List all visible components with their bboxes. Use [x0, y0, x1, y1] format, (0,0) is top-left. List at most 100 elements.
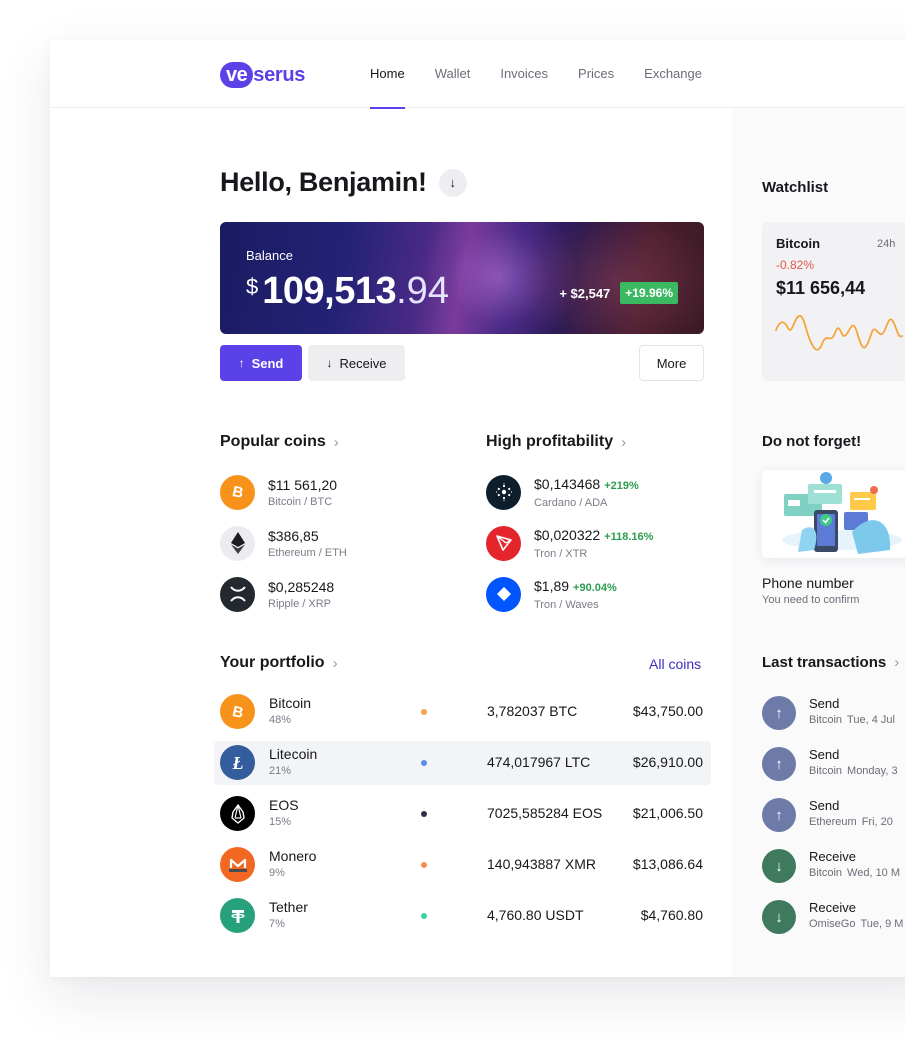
more-button-label: More [656, 355, 687, 371]
transaction-type: Receive [809, 900, 856, 915]
nav-prices[interactable]: Prices [578, 40, 614, 108]
transaction-row[interactable]: ↓ Receive OmiseGo Tue, 9 M [762, 900, 905, 936]
transaction-type: Send [809, 747, 840, 762]
transaction-coin: Bitcoin [809, 765, 843, 777]
portfolio-row[interactable]: B Bitcoin 48% 3,782037 BTC $43,750.00 [214, 690, 711, 734]
coin-price: $1,89 [534, 577, 570, 594]
nav-invoices[interactable]: Invoices [500, 40, 548, 108]
popular-coin-item[interactable]: $386,85 Ethereum / ETH [220, 525, 347, 561]
receive-button-label: Receive [339, 355, 387, 371]
transactions-title[interactable]: Last transactions › [762, 654, 899, 671]
transaction-row[interactable]: ↑ Send Ethereum Fri, 20 [762, 798, 905, 834]
transaction-type: Send [809, 696, 840, 711]
reminder-item-subtitle: You need to confirm [762, 594, 860, 606]
portfolio-row[interactable]: Ł Litecoin 21% 474,017967 LTC $26,910.00 [214, 741, 711, 785]
watchlist-price: $11 656,44 [776, 278, 866, 298]
arrow-down-icon: ↓ [762, 900, 796, 934]
watchlist-card[interactable]: Bitcoin 24h -0.82% $11 656,44 [762, 222, 905, 381]
portfolio-row[interactable]: Monero 9% 140,943887 XMR $13,086.64 [214, 843, 711, 887]
portfolio-title[interactable]: Your portfolio › [220, 654, 338, 672]
send-button[interactable]: ↑ Send [220, 345, 302, 381]
transaction-date: Tue, 4 Jul [847, 714, 895, 726]
tether-icon [220, 898, 255, 933]
transaction-coin: Ethereum [809, 816, 857, 828]
portfolio-coin-share: 21% [269, 765, 292, 777]
coin-change: +118.16% [604, 530, 654, 543]
all-coins-link[interactable]: All coins [649, 656, 701, 672]
watchlist-period: 24h [877, 238, 896, 250]
coin-name: Ripple / XRP [268, 597, 331, 610]
high-profitability-title[interactable]: High profitability › [486, 433, 626, 451]
portfolio-row[interactable]: EOS 15% 7025,585284 EOS $21,006.50 [214, 792, 711, 836]
coin-change: +219% [604, 479, 639, 492]
transaction-date: Monday, 3 [847, 765, 898, 777]
arrow-up-icon: ↑ [762, 798, 796, 832]
coin-price: $0,020322 [534, 526, 601, 543]
transaction-row[interactable]: ↑ Send Bitcoin Monday, 3 [762, 747, 905, 783]
portfolio-coin-usd: $26,910.00 [632, 754, 703, 770]
profitable-coin-item[interactable]: $1,89 +90.04% Tron / Waves [486, 576, 617, 612]
balance-change-abs: + $2,547 [559, 285, 611, 301]
main-nav: Home Wallet Invoices Prices Exchange [370, 40, 732, 109]
transaction-coin: OmiseGo [809, 918, 856, 930]
transaction-type: Receive [809, 849, 856, 864]
coin-change: +90.04% [573, 581, 617, 594]
nav-home[interactable]: Home [370, 40, 405, 109]
coin-name: Tron / XTR [534, 547, 588, 560]
portfolio-coin-name: Monero [269, 848, 317, 864]
transaction-row[interactable]: ↓ Receive Bitcoin Wed, 10 M [762, 849, 905, 885]
balance-change: + $2,547 +19.96% [559, 282, 678, 304]
coin-name: Bitcoin / BTC [268, 495, 333, 508]
transaction-coin: Bitcoin [809, 714, 843, 726]
portfolio-label: Your portfolio [220, 654, 325, 671]
more-button[interactable]: More [639, 345, 704, 381]
logo-text: serus [253, 63, 306, 86]
bitcoin-icon: B [220, 694, 255, 729]
transaction-coin: Bitcoin [809, 867, 843, 879]
cardano-icon [486, 474, 521, 510]
portfolio-coin-usd: $43,750.00 [632, 703, 703, 719]
portfolio-coin-share: 15% [269, 816, 292, 828]
phone-confirm-illustration [782, 472, 902, 554]
logo-mark: ve [220, 62, 254, 88]
transaction-row[interactable]: ↑ Send Bitcoin Tue, 4 Jul [762, 696, 905, 732]
popular-coin-item[interactable]: B $11 561,20 Bitcoin / BTC [220, 474, 337, 510]
portfolio-row[interactable]: Tether 7% 4,760.80 USDT $4,760.80 [214, 894, 711, 938]
logo[interactable]: ve serus [220, 62, 305, 88]
coin-price: $11 561,20 [268, 476, 338, 493]
popular-coin-item[interactable]: $0,285248 Ripple / XRP [220, 576, 334, 612]
svg-text:Ł: Ł [231, 754, 243, 772]
arrow-up-icon: ↑ [762, 747, 796, 781]
chevron-right-icon: › [332, 654, 338, 672]
page-title: Hello, Benjamin! [220, 167, 427, 197]
monero-icon [220, 847, 255, 882]
profitable-coin-item[interactable]: $0,020322 +118.16% Tron / XTR [486, 525, 653, 561]
arrow-up-icon: ↑ [238, 356, 245, 370]
transaction-date: Tue, 9 M [860, 918, 904, 930]
balance-card: Balance $ 109,513 .94 + $2,547 +19.96% [220, 222, 704, 334]
chevron-right-icon: › [894, 654, 900, 671]
coin-name: Tron / Waves [534, 598, 599, 611]
portfolio-color-dot [421, 709, 427, 715]
transaction-meta: Bitcoin Wed, 10 M [809, 867, 900, 879]
arrow-down-icon: ↓ [326, 356, 333, 370]
svg-text:B: B [230, 483, 244, 501]
tron-icon [486, 525, 521, 561]
nav-wallet[interactable]: Wallet [435, 40, 471, 108]
portfolio-color-dot [421, 913, 427, 919]
reminder-item-title: Phone number [762, 575, 854, 591]
nav-exchange[interactable]: Exchange [644, 40, 702, 108]
reminder-title: Do not forget! [762, 433, 862, 450]
portfolio-coin-name: Bitcoin [269, 695, 312, 711]
chevron-right-icon: › [333, 433, 339, 451]
receive-button[interactable]: ↓ Receive [308, 345, 405, 381]
profitable-coin-item[interactable]: $0,143468 +219% Cardano / ADA [486, 474, 639, 510]
arrow-down-icon[interactable]: ↓ [438, 168, 467, 197]
popular-coins-title[interactable]: Popular coins › [220, 433, 339, 451]
portfolio-coin-qty: 4,760.80 USDT [487, 907, 584, 923]
portfolio-color-dot [421, 811, 427, 817]
portfolio-coin-qty: 7025,585284 EOS [487, 805, 603, 821]
coin-price: $0,285248 [268, 578, 335, 595]
transactions-label: Last transactions [762, 654, 887, 671]
reminder-card[interactable] [762, 470, 905, 558]
